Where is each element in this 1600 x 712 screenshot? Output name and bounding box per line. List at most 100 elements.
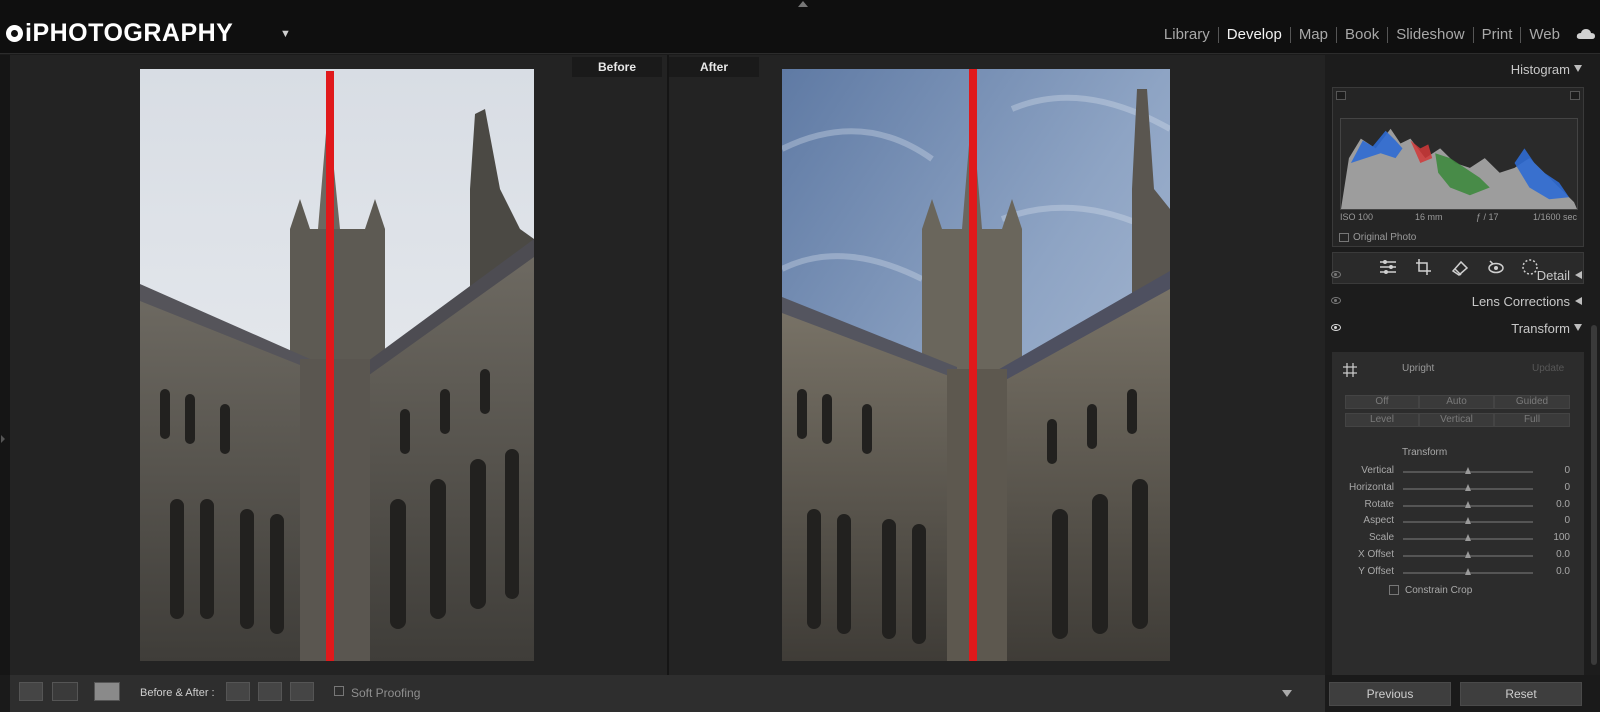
slider-value[interactable]: 0 [1564, 465, 1570, 476]
module-develop[interactable]: Develop [1219, 26, 1290, 43]
original-photo-checkbox[interactable] [1339, 233, 1349, 242]
module-book[interactable]: Book [1337, 26, 1387, 43]
upright-level-button[interactable]: Level [1345, 413, 1419, 427]
expand-lens-corrections-icon[interactable] [1575, 297, 1582, 305]
slider-label: Rotate [1364, 498, 1394, 510]
transform-slider-row: Scale 100 [1332, 532, 1584, 546]
slider-value[interactable]: 0.0 [1556, 549, 1570, 560]
slider-thumb[interactable] [1465, 500, 1471, 508]
before-after-lr-button[interactable] [52, 682, 78, 701]
detail-visibility-icon[interactable] [1331, 271, 1341, 278]
loupe-view-button[interactable] [19, 682, 43, 701]
identity-plate-menu-icon[interactable]: ▼ [280, 28, 291, 40]
collapse-transform-icon[interactable] [1574, 324, 1582, 331]
slider-label: Aspect [1363, 515, 1394, 527]
lens-corrections-title: Lens Corrections [1471, 294, 1570, 309]
slider-label: Scale [1368, 532, 1394, 544]
original-photo-label: Original Photo [1353, 232, 1417, 243]
toolbar-options-icon[interactable] [1282, 690, 1292, 697]
slider-thumb[interactable] [1465, 551, 1471, 558]
right-panel-scrollbar[interactable] [1591, 325, 1597, 665]
before-photo[interactable] [140, 69, 534, 661]
transform-subtitle: Transform [1402, 447, 1448, 458]
expand-left-panel-icon[interactable] [1, 435, 5, 443]
upright-auto-button[interactable]: Auto [1419, 395, 1494, 409]
reset-button[interactable]: Reset [1460, 682, 1582, 706]
module-map[interactable]: Map [1291, 26, 1336, 43]
slider-thumb[interactable] [1465, 483, 1471, 491]
transform-slider-row: Vertical 0 [1332, 465, 1584, 479]
transform-slider-row: X Offset 0.0 [1332, 549, 1584, 563]
lightroom-window: iPHOTOGRAPHY ▼ Library Develop Map Book … [0, 0, 1600, 712]
slider-label: X Offset [1358, 549, 1394, 560]
expand-detail-icon[interactable] [1575, 271, 1582, 279]
upright-guided-tool-icon[interactable] [1342, 362, 1358, 378]
left-panel-collapsed[interactable] [0, 55, 10, 675]
transform-header[interactable]: Transform [1325, 316, 1590, 340]
bottom-toolbar: Before & After : Soft Proofing Previous … [0, 675, 1600, 712]
iso-info: ISO 100 [1340, 212, 1374, 222]
histogram-title: Histogram [1510, 62, 1570, 77]
slider-thumb[interactable] [1465, 534, 1471, 542]
upright-off-button[interactable]: Off [1345, 395, 1419, 409]
copy-after-to-before-button[interactable] [258, 682, 282, 701]
transform-title: Transform [1511, 321, 1570, 336]
cloud-icon[interactable] [1576, 28, 1596, 40]
detail-title: Detail [1536, 268, 1570, 283]
swap-before-after-button[interactable] [290, 682, 314, 701]
brand-logo-icon [6, 24, 23, 42]
before-label: Before [572, 57, 662, 77]
soft-proofing-label: Soft Proofing [351, 686, 421, 700]
module-web[interactable]: Web [1521, 26, 1568, 43]
histogram-box: ISO 100 16 mm ƒ / 17 1/1600 sec Original… [1332, 87, 1584, 247]
module-library[interactable]: Library [1156, 26, 1218, 43]
upright-vertical-button[interactable]: Vertical [1419, 413, 1494, 427]
aperture-info: ƒ / 17 [1476, 212, 1499, 222]
module-slideshow[interactable]: Slideshow [1388, 26, 1472, 43]
image-area: Before After [10, 55, 1325, 675]
highlight-clipping-icon[interactable] [1570, 91, 1580, 100]
before-after-split-button[interactable] [94, 682, 120, 701]
slider-value[interactable]: 0.0 [1556, 566, 1570, 577]
transform-section: Upright Update Off Auto Guided Level Ver… [1332, 352, 1584, 675]
slider-label: Horizontal [1348, 481, 1394, 493]
transform-slider-row: Y Offset 0.0 [1332, 566, 1584, 580]
slider-thumb[interactable] [1465, 517, 1471, 525]
transform-visibility-icon[interactable] [1331, 324, 1341, 331]
upright-update-button[interactable]: Update [1532, 363, 1564, 374]
copy-before-to-after-button[interactable] [226, 682, 250, 701]
slider-value[interactable]: 0 [1564, 482, 1570, 493]
upright-full-button[interactable]: Full [1494, 413, 1570, 427]
upright-label: Upright [1402, 363, 1435, 374]
transform-slider-row: Rotate 0.0 [1332, 499, 1584, 513]
detail-header[interactable]: Detail [1325, 263, 1590, 287]
lens-corrections-header[interactable]: Lens Corrections [1325, 289, 1590, 313]
slider-thumb[interactable] [1465, 567, 1471, 575]
slider-value[interactable]: 0 [1564, 515, 1570, 526]
right-panel: Histogram ISO 100 16 mm ƒ / 17 1/1600 se… [1325, 55, 1600, 675]
lens-corrections-visibility-icon[interactable] [1331, 297, 1341, 304]
constrain-crop-checkbox[interactable] [1389, 585, 1399, 595]
shadow-clipping-icon[interactable] [1336, 91, 1346, 100]
histogram-header[interactable]: Histogram [1325, 57, 1590, 81]
previous-button[interactable]: Previous [1329, 682, 1451, 706]
after-label: After [669, 57, 759, 77]
slider-value[interactable]: 100 [1553, 532, 1570, 543]
panel-toggle-top-icon[interactable] [798, 1, 808, 7]
transform-slider-row: Horizontal 0 [1332, 482, 1584, 496]
brand: iPHOTOGRAPHY [6, 18, 233, 48]
slider-thumb[interactable] [1465, 467, 1471, 474]
collapse-histogram-icon[interactable] [1574, 65, 1582, 72]
brand-name: iPHOTOGRAPHY [25, 18, 234, 47]
before-after-label: Before & After : [140, 687, 215, 699]
transform-slider-row: Aspect 0 [1332, 515, 1584, 529]
before-after-divider [667, 55, 669, 675]
after-photo[interactable] [782, 69, 1170, 661]
module-print[interactable]: Print [1474, 26, 1521, 43]
shutter-info: 1/1600 sec [1533, 212, 1578, 222]
module-picker: Library Develop Map Book Slideshow Print… [1156, 26, 1568, 43]
slider-value[interactable]: 0.0 [1556, 499, 1570, 510]
upright-guided-button[interactable]: Guided [1494, 395, 1570, 409]
soft-proofing-checkbox[interactable] [334, 686, 344, 696]
top-bar: iPHOTOGRAPHY ▼ Library Develop Map Book … [0, 0, 1600, 54]
